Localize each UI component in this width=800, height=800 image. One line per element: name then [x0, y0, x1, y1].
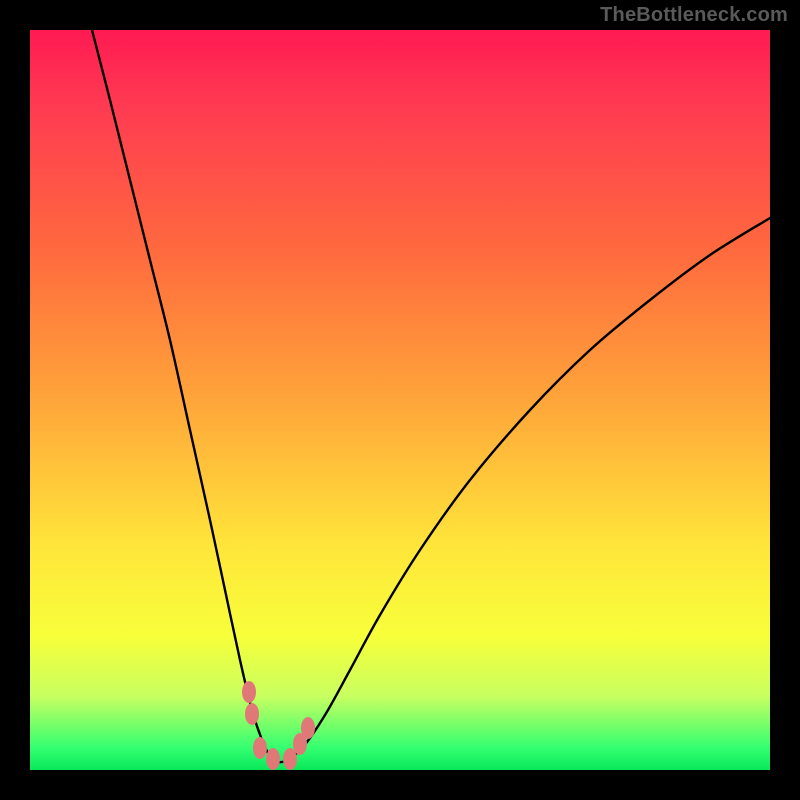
curve-marker	[253, 737, 267, 759]
curve-marker	[266, 748, 280, 770]
curve-marker	[301, 717, 315, 739]
plot-area	[30, 30, 770, 770]
curve-markers	[242, 681, 315, 770]
curve-marker	[242, 681, 256, 703]
bottleneck-curve	[92, 30, 770, 762]
bottleneck-curve-layer	[30, 30, 770, 770]
chart-frame: TheBottleneck.com	[0, 0, 800, 800]
watermark-text: TheBottleneck.com	[600, 4, 788, 27]
curve-marker	[245, 703, 259, 725]
